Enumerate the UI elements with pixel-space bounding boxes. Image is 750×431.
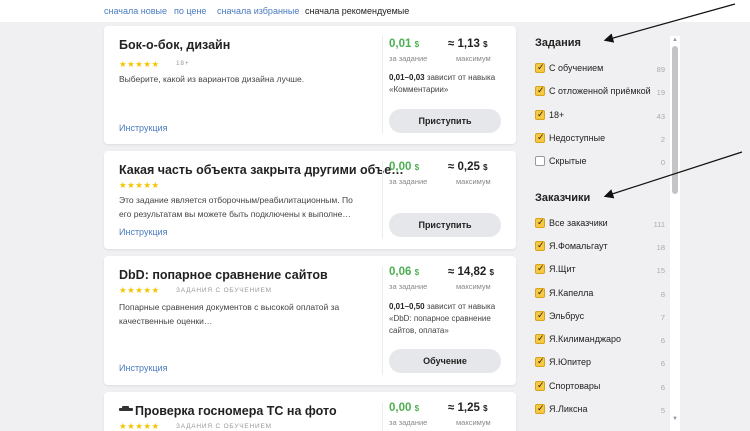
- training-button[interactable]: Обучение: [389, 349, 501, 373]
- max-earnings: ≈ 14,82 $: [448, 266, 494, 278]
- task-title[interactable]: Какая часть объекта закрыта другими объе…: [119, 163, 404, 177]
- task-title[interactable]: Бок-о-бок, дизайн: [119, 38, 230, 52]
- checkbox[interactable]: [535, 156, 545, 166]
- filter-customer[interactable]: Я.Килиманджаро 6: [535, 332, 665, 346]
- max-earnings-label: максимум: [456, 54, 491, 63]
- customers-filter-title: Заказчики: [535, 192, 591, 204]
- task-description: Это задание является отборочным/реабилит…: [119, 195, 353, 219]
- filter-customer[interactable]: Я.Фомальгаут 18: [535, 239, 665, 253]
- checkbox[interactable]: [535, 85, 545, 96]
- filter-customer[interactable]: Эльбрус 7: [535, 309, 665, 323]
- skill-dependence: 0,01–0,03 зависит от навыка «Комментарии…: [389, 73, 496, 94]
- filter-customer-all[interactable]: Все заказчики 111: [535, 216, 665, 230]
- instruction-link[interactable]: Инструкция: [119, 123, 167, 133]
- checkbox[interactable]: [535, 263, 545, 274]
- checkbox[interactable]: [535, 109, 545, 120]
- rating-stars: ★★★★★: [119, 180, 160, 190]
- price-per-task-label: за задание: [389, 418, 428, 427]
- scroll-up-icon[interactable]: ▲: [672, 37, 678, 43]
- sort-newest[interactable]: сначала новые: [104, 6, 167, 16]
- checkbox[interactable]: [535, 240, 545, 251]
- max-earnings: ≈ 1,25 $: [448, 402, 488, 414]
- sort-bar: сначала новые по цене сначала избранные …: [0, 0, 750, 22]
- checkbox[interactable]: [535, 403, 545, 414]
- skill-dependence: 0,01–0,50 зависит от навыка «DbD: попарн…: [389, 302, 496, 335]
- task-badge: ЗАДАНИЯ С ОБУЧЕНИЕМ: [176, 287, 272, 294]
- rating-stars: ★★★★★: [119, 421, 160, 431]
- checkbox[interactable]: [535, 333, 545, 344]
- card-divider: [382, 161, 383, 239]
- filter-hidden[interactable]: Скрытые 0: [535, 154, 665, 168]
- scrollbar-thumb[interactable]: [672, 46, 678, 194]
- instruction-link[interactable]: Инструкция: [119, 363, 167, 373]
- filter-customer[interactable]: Я.Ликсна 5: [535, 402, 665, 416]
- price-per-task: 0,01 $: [389, 38, 420, 50]
- start-button[interactable]: Приступить: [389, 109, 501, 133]
- filter-customer[interactable]: Спортовары 6: [535, 379, 665, 393]
- filter-customer[interactable]: Я.Капелла 8: [535, 286, 665, 300]
- filter-adult[interactable]: 18+ 43: [535, 108, 665, 122]
- task-description: Попарные сравнения документов с высокой …: [119, 302, 340, 326]
- card-divider: [382, 402, 383, 431]
- price-per-task-label: за задание: [389, 282, 428, 291]
- task-card[interactable]: Какая часть объекта закрыта другими объе…: [104, 151, 516, 249]
- sort-recommended[interactable]: сначала рекомендуемые: [305, 6, 409, 16]
- task-card[interactable]: DbD: попарное сравнение сайтов ★★★★★ ЗАД…: [104, 256, 516, 385]
- task-card[interactable]: Проверка госномера ТС на фото ★★★★★ ЗАДА…: [104, 392, 516, 431]
- checkbox[interactable]: [535, 62, 545, 73]
- filter-customer[interactable]: Я.Юпитер 6: [535, 355, 665, 369]
- instruction-link[interactable]: Инструкция: [119, 227, 167, 237]
- price-per-task-label: за задание: [389, 54, 428, 63]
- checkbox[interactable]: [535, 310, 545, 321]
- price-per-task: 0,00 $: [389, 402, 420, 414]
- max-earnings-label: максимум: [456, 418, 491, 427]
- task-title[interactable]: DbD: попарное сравнение сайтов: [119, 268, 328, 282]
- checkbox[interactable]: [535, 132, 545, 143]
- max-earnings: ≈ 0,25 $: [448, 161, 488, 173]
- start-button[interactable]: Приступить: [389, 213, 501, 237]
- checkbox[interactable]: [535, 217, 545, 228]
- price-per-task: 0,00 $: [389, 161, 420, 173]
- max-earnings-label: максимум: [456, 282, 491, 291]
- max-earnings-label: максимум: [456, 177, 491, 186]
- filter-delayed-acceptance[interactable]: С отложенной приёмкой 19: [535, 84, 665, 98]
- price-per-task: 0,06 $: [389, 266, 420, 278]
- rating-stars: ★★★★★: [119, 285, 160, 295]
- card-divider: [382, 266, 383, 375]
- sort-by-price[interactable]: по цене: [174, 6, 206, 16]
- task-card[interactable]: Бок-о-бок, дизайн ★★★★★ 18+ Выберите, ка…: [104, 26, 516, 144]
- scroll-down-icon[interactable]: ▼: [672, 416, 678, 422]
- car-icon: [119, 406, 133, 411]
- card-divider: [382, 36, 383, 134]
- task-badge: ЗАДАНИЯ С ОБУЧЕНИЕМ: [176, 423, 272, 430]
- checkbox[interactable]: [535, 287, 545, 298]
- task-title[interactable]: Проверка госномера ТС на фото: [135, 404, 337, 418]
- price-per-task-label: за задание: [389, 177, 428, 186]
- filter-unavailable[interactable]: Недоступные 2: [535, 131, 665, 145]
- checkbox[interactable]: [535, 356, 545, 367]
- filter-with-training[interactable]: С обучением 89: [535, 61, 665, 75]
- tasks-filter-title: Задания: [535, 37, 581, 49]
- filter-customer[interactable]: Я.Щит 15: [535, 262, 665, 276]
- checkbox[interactable]: [535, 380, 545, 391]
- task-description: Выберите, какой из вариантов дизайна луч…: [119, 74, 305, 84]
- sort-favorites[interactable]: сначала избранные: [217, 6, 299, 16]
- task-badge: 18+: [176, 60, 190, 67]
- filter-sidebar: Задания С обучением 89 С отложенной приё…: [527, 22, 670, 431]
- rating-stars: ★★★★★: [119, 59, 160, 69]
- max-earnings: ≈ 1,13 $: [448, 38, 488, 50]
